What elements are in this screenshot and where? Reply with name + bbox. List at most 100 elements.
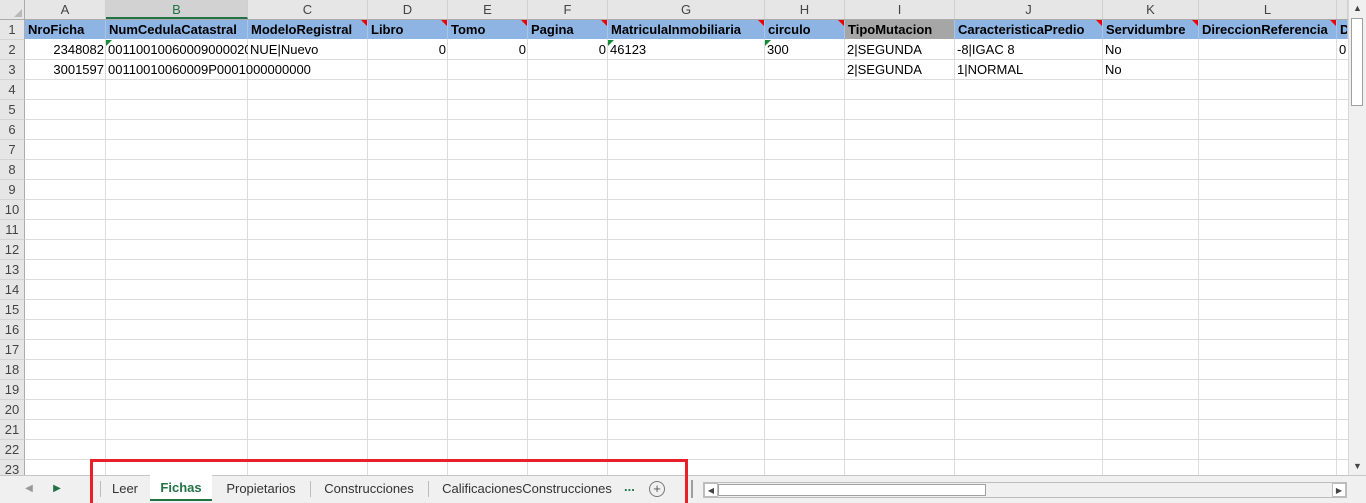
gridline — [25, 439, 1348, 440]
gridline — [25, 139, 1348, 140]
caret-left-icon[interactable]: ◀ — [20, 481, 38, 497]
column-header-k[interactable]: K — [1103, 0, 1199, 19]
row-header[interactable]: 4 — [0, 80, 25, 100]
row-header[interactable]: 6 — [0, 120, 25, 140]
row-header[interactable]: 3 — [0, 60, 25, 80]
cell-k3[interactable]: No — [1103, 60, 1199, 80]
row-header[interactable]: 13 — [0, 260, 25, 280]
gridline — [844, 20, 845, 475]
select-all-corner[interactable] — [0, 0, 25, 19]
header-cell-direccionreferencia[interactable]: DireccionReferencia — [1199, 20, 1337, 39]
row-header[interactable]: 2 — [0, 40, 25, 60]
column-header-d[interactable]: D — [368, 0, 448, 19]
column-header-l[interactable]: L — [1199, 0, 1337, 19]
triangle-down-icon[interactable]: ▼ — [1349, 458, 1366, 474]
row-header[interactable]: 11 — [0, 220, 25, 240]
column-header-b[interactable]: B — [106, 0, 248, 19]
triangle-up-icon[interactable]: ▲ — [1349, 0, 1366, 16]
row-header[interactable]: 21 — [0, 420, 25, 440]
cell-j2[interactable]: -8|IGAC 8 — [955, 40, 1103, 60]
cell-g2[interactable]: 46123 — [608, 40, 765, 60]
row-header[interactable]: 15 — [0, 300, 25, 320]
cell-f2[interactable]: 0 — [528, 40, 608, 60]
cell-b3[interactable]: 00110010060009P0001000000000 — [106, 60, 368, 80]
column-header-i[interactable]: I — [845, 0, 955, 19]
column-header-h[interactable]: H — [765, 0, 845, 19]
cell-j3[interactable]: 1|NORMAL — [955, 60, 1103, 80]
header-cell-pagina[interactable]: Pagina — [528, 20, 608, 39]
triangle-left-icon[interactable]: ◀ — [704, 483, 718, 497]
header-cell-libro[interactable]: Libro — [368, 20, 448, 39]
row-header[interactable]: 23 — [0, 460, 25, 475]
cell-i3[interactable]: 2|SEGUNDA — [845, 60, 955, 80]
column-header-g[interactable]: G — [608, 0, 765, 19]
row-header[interactable]: 19 — [0, 380, 25, 400]
cell-a2[interactable]: 2348082 — [25, 40, 106, 60]
row-header[interactable]: 16 — [0, 320, 25, 340]
gridline — [25, 399, 1348, 400]
row-header[interactable]: 5 — [0, 100, 25, 120]
row-header[interactable]: 7 — [0, 140, 25, 160]
cell-text: DireccionReferencia — [1202, 22, 1328, 37]
vertical-scroll-thumb[interactable] — [1351, 18, 1363, 106]
cell-d2[interactable]: 0 — [368, 40, 448, 60]
cell-m2[interactable]: 0 — [1337, 40, 1348, 60]
caret-right-icon[interactable]: ▶ — [48, 481, 66, 497]
header-cell-modeloregistral[interactable]: ModeloRegistral — [248, 20, 368, 39]
cell-a3[interactable]: 3001597 — [25, 60, 106, 80]
row-header[interactable]: 22 — [0, 440, 25, 460]
cell-k2[interactable]: No — [1103, 40, 1199, 60]
row-header[interactable]: 20 — [0, 400, 25, 420]
column-header-a[interactable]: A — [25, 0, 106, 19]
tab-propietarios[interactable]: Propietarios — [213, 476, 309, 502]
header-cell-partial[interactable]: D — [1337, 20, 1348, 39]
row-header[interactable]: 12 — [0, 240, 25, 260]
row-header[interactable]: 17 — [0, 340, 25, 360]
cell-e2[interactable]: 0 — [448, 40, 528, 60]
cell-i2[interactable]: 2|SEGUNDA — [845, 40, 955, 60]
gridline — [247, 20, 248, 475]
horizontal-scroll-thumb[interactable] — [718, 484, 986, 496]
gridline — [25, 419, 1348, 420]
gridline — [527, 20, 528, 475]
row-header[interactable]: 18 — [0, 360, 25, 380]
column-header-e[interactable]: E — [448, 0, 528, 19]
split-handle[interactable] — [691, 480, 693, 498]
gridline — [25, 259, 1348, 260]
column-header-f[interactable]: F — [528, 0, 608, 19]
header-cell-numcedulacatastral[interactable]: NumCedulaCatastral — [106, 20, 248, 39]
cell-text: ModeloRegistral — [251, 22, 353, 37]
column-header-m[interactable] — [1337, 0, 1348, 19]
vertical-scrollbar[interactable]: ▲ ▼ — [1348, 0, 1366, 475]
triangle-right-icon[interactable]: ▶ — [1332, 483, 1346, 497]
column-header-c[interactable]: C — [248, 0, 368, 19]
tab-calificacionesconstrucciones[interactable]: CalificacionesConstrucciones — [429, 476, 625, 502]
header-cell-tomo[interactable]: Tomo — [448, 20, 528, 39]
header-cell-nroficha[interactable]: NroFicha — [25, 20, 106, 39]
horizontal-scrollbar[interactable]: ◀ ▶ — [703, 482, 1347, 498]
cell-c2[interactable]: NUE|Nuevo — [248, 40, 368, 60]
tab-construcciones[interactable]: Construcciones — [311, 476, 427, 502]
header-cell-circulo[interactable]: circulo — [765, 20, 845, 39]
row-header[interactable]: 14 — [0, 280, 25, 300]
worksheet-grid[interactable]: A B C D E F G H I J K L 1 2 3 4 5 6 7 8 … — [0, 0, 1348, 475]
header-cell-servidumbre[interactable]: Servidumbre — [1103, 20, 1199, 39]
gridline — [25, 319, 1348, 320]
more-tabs-button[interactable]: ... — [624, 476, 635, 502]
tab-fichas[interactable]: Fichas — [150, 475, 212, 501]
cell-h2[interactable]: 300 — [765, 40, 845, 60]
header-cell-caracteristicapredio[interactable]: CaracteristicaPredio — [955, 20, 1103, 39]
gridline — [105, 20, 106, 475]
header-cell-tipomutacion[interactable]: TipoMutacion — [845, 20, 955, 39]
gridline — [25, 159, 1348, 160]
cell-text: TipoMutacion — [848, 22, 933, 37]
header-cell-matriculainmobiliaria[interactable]: MatriculaInmobiliaria — [608, 20, 765, 39]
row-header[interactable]: 9 — [0, 180, 25, 200]
plus-circle-icon[interactable]: + — [649, 481, 665, 497]
row-header[interactable]: 1 — [0, 20, 25, 40]
cell-b2[interactable]: 00110010060009000020 — [106, 40, 248, 60]
row-header[interactable]: 8 — [0, 160, 25, 180]
row-header[interactable]: 10 — [0, 200, 25, 220]
tab-leer[interactable]: Leer — [101, 476, 149, 502]
column-header-j[interactable]: J — [955, 0, 1103, 19]
